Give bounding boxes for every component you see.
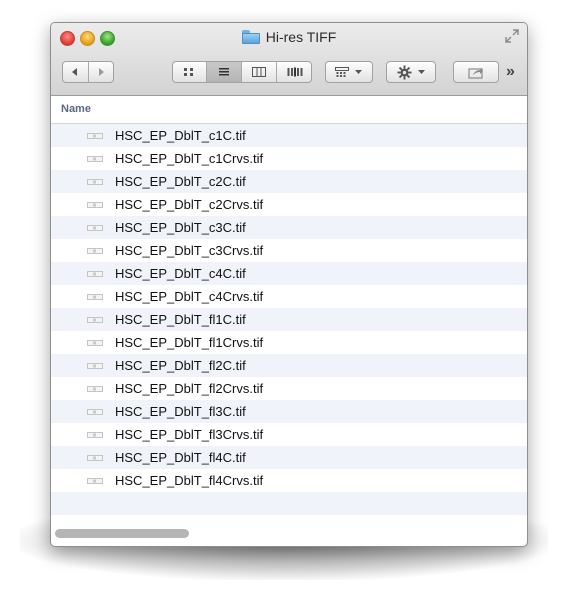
name-column-header[interactable]: Name — [51, 96, 527, 124]
file-name: HSC_EP_DblT_fl3Crvs.tif — [115, 427, 264, 442]
share-icon — [468, 67, 483, 79]
tiff-thumbnail-icon — [87, 478, 103, 484]
file-name: HSC_EP_DblT_c1C.tif — [115, 128, 246, 143]
list-item[interactable]: HSC_EP_DblT_fl1C.tif — [51, 308, 527, 331]
horizontal-scrollbar[interactable] — [55, 529, 189, 538]
file-name: HSC_EP_DblT_c3Crvs.tif — [115, 243, 264, 258]
list-item[interactable]: HSC_EP_DblT_fl4Crvs.tif — [51, 469, 527, 492]
tiff-thumbnail-icon — [87, 156, 103, 162]
name-column-label: Name — [61, 103, 91, 115]
tiff-thumbnail-icon — [87, 432, 103, 438]
column-view-button[interactable] — [242, 62, 277, 82]
tiff-thumbnail-icon — [87, 271, 103, 277]
window-title-group: Hi-res TIFF — [51, 27, 527, 47]
file-name: HSC_EP_DblT_c1Crvs.tif — [115, 151, 264, 166]
fullscreen-icon[interactable] — [505, 29, 519, 43]
file-name: HSC_EP_DblT_fl2Crvs.tif — [115, 381, 264, 396]
tiff-thumbnail-icon — [87, 248, 103, 254]
tiff-thumbnail-icon — [87, 225, 103, 231]
finder-window: Hi-res TIFF » Name HSC_EP_DblT_c1C.tif H… — [50, 22, 528, 547]
tiff-thumbnail-icon — [87, 409, 103, 415]
icon-view-button[interactable] — [172, 62, 207, 82]
gear-icon — [396, 64, 412, 80]
empty-row — [51, 492, 527, 515]
list-view-icon — [218, 68, 229, 76]
tiff-thumbnail-icon — [87, 202, 103, 208]
column-view-icon — [251, 67, 266, 77]
back-forward-control — [62, 61, 114, 83]
file-name: HSC_EP_DblT_c2C.tif — [115, 174, 246, 189]
list-item[interactable]: HSC_EP_DblT_fl3C.tif — [51, 400, 527, 423]
list-item[interactable]: HSC_EP_DblT_c1Crvs.tif — [51, 147, 527, 170]
list-item[interactable]: HSC_EP_DblT_c1C.tif — [51, 124, 527, 147]
file-name: HSC_EP_DblT_c3C.tif — [115, 220, 246, 235]
file-name: HSC_EP_DblT_fl4C.tif — [115, 450, 246, 465]
list-item[interactable]: HSC_EP_DblT_c4C.tif — [51, 262, 527, 285]
tiff-thumbnail-icon — [87, 386, 103, 392]
tiff-thumbnail-icon — [87, 317, 103, 323]
arrange-button[interactable] — [325, 61, 373, 83]
file-name: HSC_EP_DblT_fl1Crvs.tif — [115, 335, 264, 350]
file-name: HSC_EP_DblT_c4Crvs.tif — [115, 289, 264, 304]
forward-button[interactable] — [89, 62, 114, 82]
titlebar[interactable]: Hi-res TIFF » — [51, 23, 527, 96]
chevron-down-icon — [417, 70, 425, 74]
file-name: HSC_EP_DblT_c2Crvs.tif — [115, 197, 264, 212]
cover-flow-icon — [287, 67, 302, 77]
list-item[interactable]: HSC_EP_DblT_fl1Crvs.tif — [51, 331, 527, 354]
file-name: HSC_EP_DblT_fl2C.tif — [115, 358, 246, 373]
window-title: Hi-res TIFF — [265, 29, 337, 45]
list-item[interactable]: HSC_EP_DblT_c4Crvs.tif — [51, 285, 527, 308]
action-button[interactable] — [386, 61, 436, 83]
back-button[interactable] — [63, 62, 89, 82]
icon-view-icon — [183, 68, 193, 76]
list-item[interactable]: HSC_EP_DblT_fl2Crvs.tif — [51, 377, 527, 400]
arrange-icon — [335, 67, 349, 77]
back-icon — [72, 68, 77, 76]
view-switcher — [172, 61, 312, 83]
tiff-thumbnail-icon — [87, 294, 103, 300]
list-item[interactable]: HSC_EP_DblT_c2Crvs.tif — [51, 193, 527, 216]
list-item[interactable]: HSC_EP_DblT_fl3Crvs.tif — [51, 423, 527, 446]
tiff-thumbnail-icon — [87, 340, 103, 346]
folder-icon — [241, 30, 260, 44]
cover-flow-button[interactable] — [277, 62, 313, 82]
file-name: HSC_EP_DblT_fl3C.tif — [115, 404, 246, 419]
chevron-down-icon — [355, 70, 362, 74]
list-item[interactable]: HSC_EP_DblT_fl2C.tif — [51, 354, 527, 377]
tiff-thumbnail-icon — [87, 455, 103, 461]
tiff-thumbnail-icon — [87, 363, 103, 369]
list-item[interactable]: HSC_EP_DblT_c3C.tif — [51, 216, 527, 239]
forward-icon — [99, 68, 104, 76]
file-list: HSC_EP_DblT_c1C.tif HSC_EP_DblT_c1Crvs.ti… — [51, 124, 527, 538]
file-name: HSC_EP_DblT_fl4Crvs.tif — [115, 473, 264, 488]
tiff-thumbnail-icon — [87, 179, 103, 185]
list-item[interactable]: HSC_EP_DblT_c3Crvs.tif — [51, 239, 527, 262]
share-button[interactable] — [453, 61, 499, 83]
toolbar-overflow-button[interactable]: » — [506, 63, 515, 81]
list-view-button[interactable] — [206, 62, 242, 82]
file-name: HSC_EP_DblT_c4C.tif — [115, 266, 246, 281]
tiff-thumbnail-icon — [87, 133, 103, 139]
file-name: HSC_EP_DblT_fl1C.tif — [115, 312, 246, 327]
list-item[interactable]: HSC_EP_DblT_fl4C.tif — [51, 446, 527, 469]
list-item[interactable]: HSC_EP_DblT_c2C.tif — [51, 170, 527, 193]
